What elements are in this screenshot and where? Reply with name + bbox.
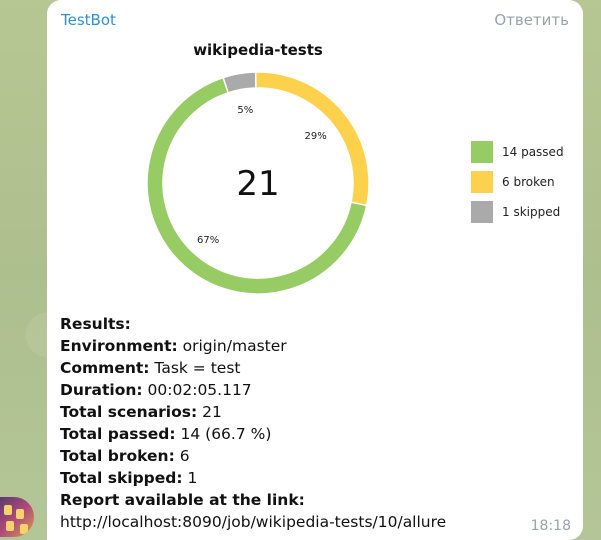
- report-key: Report available at the link:: [60, 491, 305, 509]
- result-key: Total skipped:: [60, 469, 183, 487]
- legend-label: 14 passed: [502, 145, 564, 159]
- donut-slice-skipped: [222, 71, 257, 94]
- slice-percent-label: 67%: [197, 235, 219, 246]
- slice-percent-label: 5%: [237, 105, 253, 116]
- result-value: 00:02:05.117: [147, 381, 252, 399]
- result-key: Total broken:: [60, 447, 175, 465]
- result-key: Duration:: [60, 381, 143, 399]
- result-row: Environment: origin/master: [60, 335, 560, 357]
- result-value: 14 (66.7 %): [180, 425, 272, 443]
- donut-center-total: 21: [236, 164, 279, 204]
- message-time: 18:18: [530, 518, 571, 534]
- result-row: Total broken: 6: [60, 445, 560, 467]
- results-block: Results: Environment: origin/master Comme…: [60, 313, 560, 533]
- result-row: Duration: 00:02:05.117: [60, 379, 560, 401]
- result-value: 6: [179, 447, 190, 465]
- report-link[interactable]: http://localhost:8090/job/wikipedia-test…: [60, 513, 446, 531]
- legend-label: 1 skipped: [502, 205, 561, 219]
- message-bubble[interactable]: TestBot Ответить wikipedia-tests 5% 29% 67…: [47, 0, 583, 540]
- result-value: 1: [187, 469, 198, 487]
- legend-label: 6 broken: [502, 175, 555, 189]
- legend-swatch: [471, 141, 493, 163]
- result-value: origin/master: [182, 337, 287, 355]
- slice-percent-label: 29%: [305, 131, 327, 142]
- result-key: Comment:: [60, 359, 150, 377]
- result-value: Task = test: [154, 359, 241, 377]
- result-value: 21: [202, 403, 222, 421]
- legend-swatch: [471, 171, 493, 193]
- result-row: Total passed: 14 (66.7 %): [60, 423, 560, 445]
- legend-swatch: [471, 201, 493, 223]
- result-row: Total skipped: 1: [60, 467, 560, 489]
- result-key: Environment:: [60, 337, 178, 355]
- results-heading: Results:: [60, 315, 131, 333]
- result-row: Comment: Task = test: [60, 357, 560, 379]
- result-row: Total scenarios: 21: [60, 401, 560, 423]
- report-line: Report available at the link: http://loc…: [60, 489, 560, 533]
- result-key: Total passed:: [60, 425, 176, 443]
- result-key: Total scenarios:: [60, 403, 198, 421]
